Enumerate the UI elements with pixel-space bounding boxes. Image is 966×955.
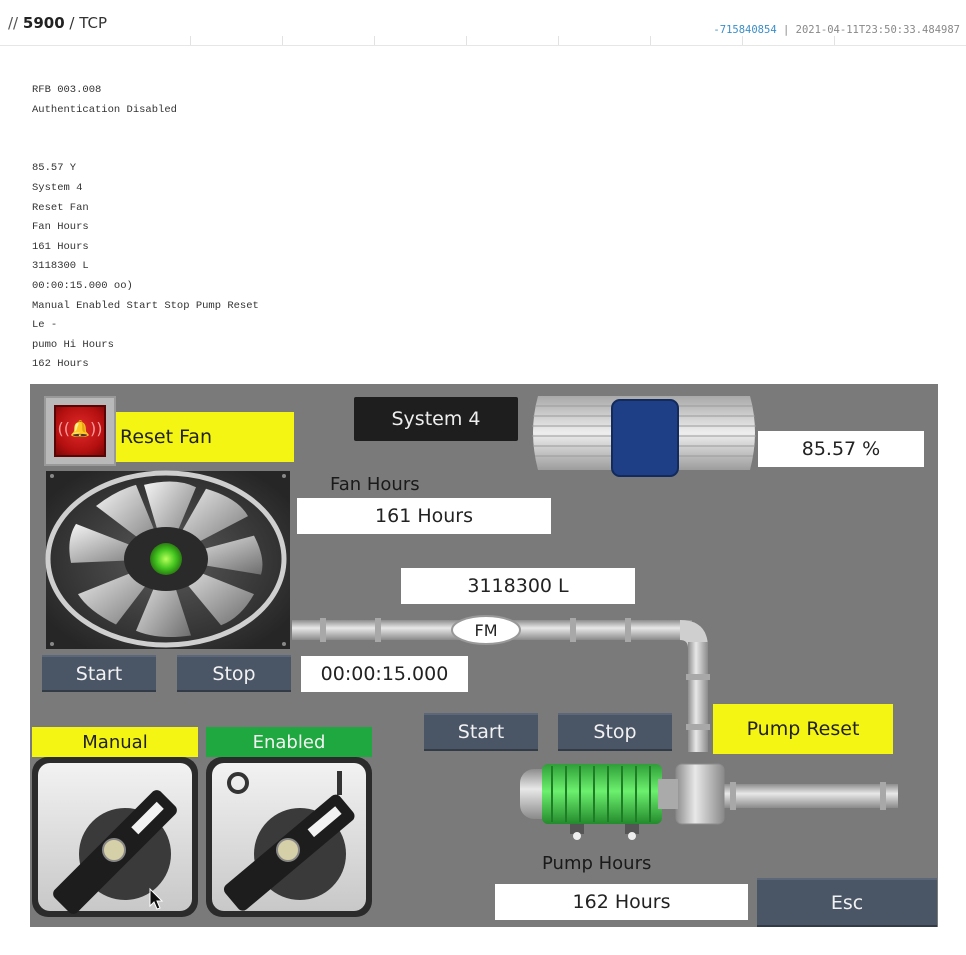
hmi-screenshot: ((🔔)) Reset Fan System 4 85.57 % Fan Hou… — [30, 384, 938, 927]
header-tick — [558, 36, 559, 45]
fan-start-button[interactable]: Start — [42, 655, 156, 692]
banner-line: Authentication Disabled — [32, 103, 177, 116]
banner-line: Reset Fan — [32, 201, 89, 214]
timer-value: 00:00:15.000 — [301, 656, 468, 692]
scan-meta: -715840854 | 2021-04-11T23:50:33.484987 — [713, 24, 960, 36]
enabled-label: Enabled — [206, 727, 372, 757]
manual-switch-icon — [32, 757, 198, 917]
pump-stop-button[interactable]: Stop — [558, 713, 672, 751]
header-tick — [374, 36, 375, 45]
header-tick — [742, 36, 743, 45]
scan-id-link[interactable]: -715840854 — [713, 24, 776, 36]
flow-meter-label: FM — [474, 620, 498, 640]
fan-alarm-light: ((🔔)) — [44, 396, 116, 466]
flow-total-value: 3118300 L — [401, 568, 635, 604]
header-tick — [282, 36, 283, 45]
banner-line: 00:00:15.000 oo) — [32, 279, 133, 292]
banner-line — [32, 120, 259, 140]
alarm-light: ((🔔)) — [54, 405, 106, 457]
banner-line: 161 Hours — [32, 240, 89, 253]
meta-separator: | — [782, 24, 790, 36]
banner-line: Le - — [32, 319, 58, 332]
fan-stop-button[interactable]: Stop — [177, 655, 291, 692]
banner-line: 85.57 Y — [32, 162, 77, 175]
banner-line: System 4 — [32, 181, 83, 194]
header-bar: // 5900 / TCP -715840854 | 2021-04-11T23… — [0, 0, 966, 46]
esc-button[interactable]: Esc — [757, 878, 937, 927]
pump-motor-icon — [520, 764, 678, 840]
tank-icon — [532, 396, 756, 477]
banner-line: 3118300 L — [32, 260, 89, 273]
banner-line: Manual Enabled Start Stop Pump Reset — [32, 299, 259, 312]
header-tick — [190, 36, 191, 45]
banner-line — [32, 140, 259, 160]
fan-hours-label: Fan Hours — [330, 474, 420, 495]
header-tick — [834, 36, 835, 45]
port-protocol: / TCP — [69, 14, 108, 32]
banner-line: 162 Hours — [32, 358, 89, 371]
pump-hours-label: Pump Hours — [542, 853, 652, 874]
banner-line: RFB 003.008 — [32, 84, 102, 96]
header-tick — [466, 36, 467, 45]
system-label: System 4 — [354, 397, 518, 441]
alarm-bell-icon: ((🔔)) — [57, 419, 103, 438]
fan-hours-value: 161 Hours — [297, 498, 551, 534]
banner-line: Fan Hours — [32, 221, 89, 234]
pump-start-button[interactable]: Start — [424, 713, 538, 751]
fan-icon — [45, 470, 290, 649]
scan-timestamp: 2021-04-11T23:50:33.484987 — [795, 24, 960, 36]
banner-line: pumo Hi Hours — [32, 338, 114, 351]
manual-label: Manual — [32, 727, 198, 757]
reset-fan-button[interactable]: Reset Fan — [116, 412, 294, 462]
enabled-switch-icon — [206, 757, 372, 917]
service-banner: RFB 003.008 Authentication Disabled 85.57… — [32, 81, 259, 375]
port-number: 5900 — [22, 14, 65, 32]
tank-level-value: 85.57 % — [758, 431, 924, 467]
port-slashes: // — [8, 14, 19, 32]
pump-hours-value: 162 Hours — [495, 884, 748, 920]
pump-reset-button[interactable]: Pump Reset — [713, 704, 893, 754]
header-tick — [650, 36, 651, 45]
port-title: // 5900 / TCP — [8, 14, 107, 32]
